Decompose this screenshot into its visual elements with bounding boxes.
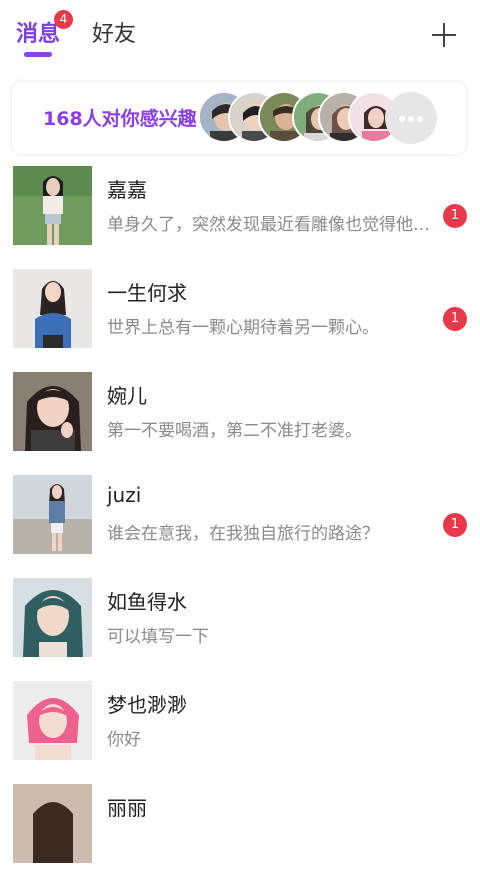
add-icon[interactable]	[429, 20, 459, 50]
chat-list-item[interactable]: 梦也渺渺 你好	[0, 681, 480, 784]
chat-name: 一生何求	[107, 281, 187, 305]
chat-preview: 谁会在意我，在我独自旅行的路途？	[107, 524, 379, 544]
more-dot-icon	[399, 116, 405, 122]
more-interested-button[interactable]	[385, 92, 437, 144]
more-dot-icon	[417, 116, 423, 122]
chat-list-item[interactable]: 如鱼得水 可以填写一下	[0, 578, 480, 681]
chat-avatar	[13, 475, 92, 554]
chat-preview: 世界上总有一颗心期待着另一颗心。	[107, 318, 379, 338]
chat-preview: 第一不要喝酒，第二不准打老婆。	[107, 421, 362, 441]
chat-list-item[interactable]: juzi 谁会在意我，在我独自旅行的路途？ 1	[0, 475, 480, 578]
chat-list-item[interactable]: 婉儿 第一不要喝酒，第二不准打老婆。	[0, 372, 480, 475]
more-dot-icon	[408, 116, 414, 122]
chat-avatar	[13, 784, 92, 863]
chat-preview: 可以填写一下	[107, 627, 209, 647]
unread-badge: 1	[443, 204, 467, 228]
chat-preview: 单身久了，突然发现最近看雕像也觉得他…	[107, 215, 430, 235]
chat-name: 婉儿	[107, 384, 147, 408]
chat-avatar	[13, 166, 92, 245]
chat-preview: 你好	[107, 730, 141, 750]
chat-name: 丽丽	[107, 796, 147, 820]
tab-friends[interactable]: 好友	[92, 20, 136, 50]
chat-avatar	[13, 372, 92, 451]
chat-name: 嘉嘉	[107, 178, 147, 202]
chat-list-item[interactable]: 丽丽	[0, 784, 480, 887]
chat-avatar	[13, 269, 92, 348]
interest-card[interactable]: 168人对你感兴趣	[12, 82, 466, 154]
chat-name: 如鱼得水	[107, 590, 187, 614]
chat-name: juzi	[107, 483, 142, 507]
unread-badge: 1	[443, 513, 467, 537]
chat-avatar	[13, 681, 92, 760]
tab-messages[interactable]: 消息	[16, 20, 60, 50]
chat-list-item[interactable]: 一生何求 世界上总有一颗心期待着另一颗心。 1	[0, 269, 480, 372]
chat-name: 梦也渺渺	[107, 693, 187, 717]
active-tab-indicator	[24, 52, 52, 57]
unread-badge: 1	[443, 307, 467, 331]
top-tab-bar: 消息 4 好友	[0, 0, 480, 70]
interest-count-text: 168人对你感兴趣	[43, 108, 197, 130]
chat-avatar	[13, 578, 92, 657]
messages-unread-badge: 4	[54, 10, 73, 29]
chat-list-item[interactable]: 嘉嘉 单身久了，突然发现最近看雕像也觉得他… 1	[0, 166, 480, 269]
